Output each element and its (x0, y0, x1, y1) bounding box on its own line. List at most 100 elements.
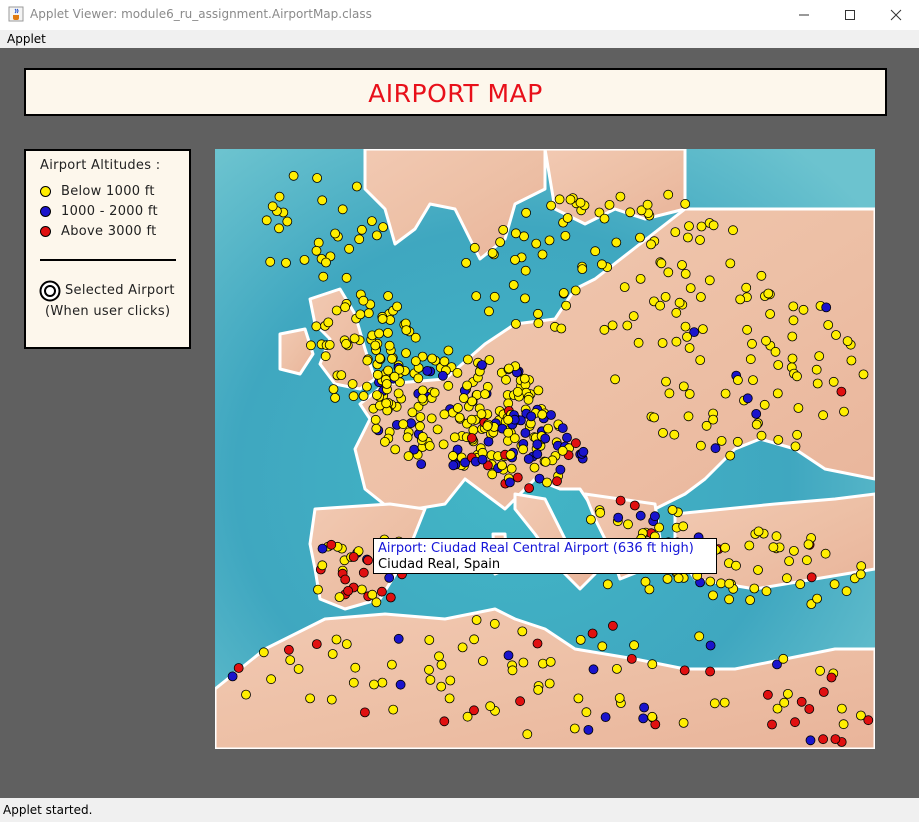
airport-marker[interactable] (708, 414, 719, 425)
airport-marker[interactable] (454, 412, 465, 423)
airport-marker[interactable] (583, 725, 594, 735)
airport-marker[interactable] (814, 351, 825, 362)
airport-marker[interactable] (348, 391, 359, 402)
airport-marker[interactable] (790, 717, 800, 728)
airport-marker[interactable] (377, 313, 388, 324)
airport-marker[interactable] (745, 354, 756, 365)
airport-marker[interactable] (334, 592, 345, 603)
airport-marker[interactable] (573, 693, 584, 704)
airport-marker[interactable] (382, 327, 393, 338)
airport-marker[interactable] (282, 216, 293, 227)
airport-marker[interactable] (424, 441, 435, 451)
airport-marker[interactable] (293, 664, 304, 674)
airport-marker[interactable] (635, 232, 645, 243)
airport-marker[interactable] (484, 306, 494, 317)
airport-marker[interactable] (773, 360, 784, 370)
airport-marker[interactable] (417, 431, 428, 442)
airport-marker[interactable] (341, 338, 352, 349)
airport-marker[interactable] (615, 191, 626, 202)
airport-marker[interactable] (554, 194, 565, 205)
airport-marker[interactable] (731, 560, 741, 571)
airport-marker[interactable] (432, 424, 443, 435)
airport-marker[interactable] (557, 423, 568, 434)
airport-marker[interactable] (705, 576, 716, 587)
airport-marker[interactable] (802, 555, 812, 566)
airport-marker[interactable] (266, 674, 276, 685)
airport-marker[interactable] (647, 659, 658, 670)
airport-marker[interactable] (753, 565, 763, 575)
airport-marker[interactable] (523, 454, 534, 464)
airport-marker[interactable] (468, 425, 479, 436)
airport-marker[interactable] (663, 189, 674, 200)
airport-marker[interactable] (761, 335, 771, 346)
airport-marker[interactable] (747, 338, 757, 349)
airport-marker[interactable] (644, 584, 655, 595)
airport-marker[interactable] (452, 403, 463, 413)
airport-marker[interactable] (505, 449, 516, 460)
airport-marker[interactable] (311, 245, 322, 256)
airport-marker[interactable] (719, 697, 730, 708)
airport-marker[interactable] (768, 542, 779, 553)
airport-marker[interactable] (452, 367, 463, 378)
airport-marker[interactable] (267, 201, 278, 212)
airport-marker[interactable] (340, 302, 351, 313)
airport-marker[interactable] (540, 433, 551, 444)
airport-marker[interactable] (806, 572, 817, 583)
airport-marker[interactable] (820, 548, 831, 559)
airport-marker[interactable] (638, 713, 649, 724)
airport-marker[interactable] (795, 579, 806, 590)
airport-marker[interactable] (783, 689, 793, 699)
airport-marker[interactable] (679, 665, 690, 676)
airport-marker[interactable] (348, 552, 359, 562)
airport-marker[interactable] (501, 374, 511, 385)
airport-marker[interactable] (241, 689, 251, 700)
airport-marker[interactable] (773, 434, 784, 445)
airport-marker[interactable] (787, 353, 798, 364)
airport-marker[interactable] (695, 235, 705, 245)
airport-marker[interactable] (233, 663, 244, 673)
airport-marker[interactable] (466, 414, 477, 425)
airport-marker[interactable] (437, 370, 448, 381)
airport-marker[interactable] (386, 659, 397, 670)
airport-marker[interactable] (477, 656, 488, 666)
airport-marker[interactable] (803, 539, 814, 550)
airport-marker[interactable] (787, 331, 798, 342)
airport-marker[interactable] (837, 703, 847, 714)
airport-marker[interactable] (684, 389, 695, 399)
airport-marker[interactable] (517, 626, 528, 637)
airport-marker[interactable] (561, 300, 572, 311)
airport-marker[interactable] (680, 321, 691, 332)
airport-marker[interactable] (471, 615, 482, 625)
airport-marker[interactable] (695, 440, 706, 451)
airport-marker[interactable] (512, 472, 523, 483)
airport-marker[interactable] (658, 427, 668, 438)
airport-marker[interactable] (487, 248, 498, 258)
airport-marker[interactable] (733, 375, 743, 386)
airport-marker[interactable] (533, 308, 543, 319)
airport-marker[interactable] (385, 592, 396, 603)
airport-marker[interactable] (341, 639, 352, 650)
airport-marker[interactable] (685, 283, 696, 294)
airport-marker[interactable] (477, 454, 488, 465)
airport-marker[interactable] (466, 433, 477, 443)
airport-marker[interactable] (728, 225, 738, 236)
airport-marker[interactable] (778, 653, 789, 664)
airport-marker[interactable] (321, 257, 331, 268)
airport-marker[interactable] (842, 336, 853, 347)
airport-marker[interactable] (830, 734, 841, 744)
airport-marker[interactable] (544, 235, 555, 246)
airport-marker[interactable] (392, 301, 403, 312)
airport-marker[interactable] (320, 351, 331, 362)
airport-marker[interactable] (770, 346, 781, 357)
airport-marker[interactable] (720, 542, 731, 553)
airport-marker[interactable] (604, 200, 615, 210)
airport-marker[interactable] (508, 280, 519, 290)
airport-marker[interactable] (422, 365, 433, 376)
airport-marker[interactable] (366, 216, 377, 226)
airport-marker[interactable] (826, 672, 837, 683)
airport-marker[interactable] (350, 662, 361, 673)
airport-marker[interactable] (846, 355, 857, 366)
airport-marker[interactable] (477, 360, 487, 370)
airport-marker[interactable] (363, 308, 374, 319)
airport-marker[interactable] (560, 231, 571, 241)
